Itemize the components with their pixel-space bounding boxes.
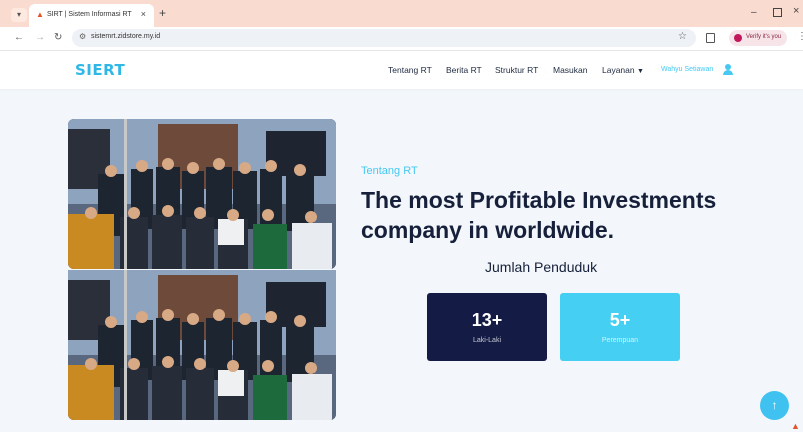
- minimize-button[interactable]: –: [751, 7, 757, 18]
- new-tab-button[interactable]: +: [159, 7, 166, 19]
- nav-layanan[interactable]: Layanan ▼: [602, 65, 644, 75]
- close-icon[interactable]: ×: [141, 9, 146, 19]
- page-title: The most Profitable Investments company …: [361, 187, 717, 243]
- bookmark-star-icon[interactable]: ☆: [678, 31, 687, 42]
- chevron-down-icon: ▼: [637, 68, 644, 75]
- nav-layanan-label: Layanan: [602, 65, 635, 75]
- section-label: Tentang RT: [361, 165, 418, 177]
- browser-tab[interactable]: ▲ SIRT | Sistem Informasi RT ×: [29, 4, 154, 27]
- site-logo[interactable]: SIERT: [75, 61, 125, 79]
- user-name[interactable]: Wahyu Setiawan: [661, 66, 713, 73]
- reload-icon[interactable]: ↻: [54, 32, 62, 44]
- population-title: Jumlah Penduduk: [485, 259, 598, 275]
- tab-title: SIRT | Sistem Informasi RT: [47, 11, 132, 18]
- group-photo: [68, 119, 336, 269]
- menu-kebab-icon[interactable]: ⋮: [797, 31, 803, 42]
- browser-toolbar: ← → ↻ ⚙ sistemrt.zidstore.my.id ☆ Verify…: [0, 27, 803, 51]
- group-photo-2: [68, 270, 336, 420]
- extensions-icon[interactable]: [706, 33, 715, 43]
- browser-tab-strip: ▾ ▲ SIRT | Sistem Informasi RT × + – ×: [0, 0, 803, 27]
- stat-label: Laki-Laki: [472, 337, 501, 344]
- stat-card-male: 13+ Laki-Laki: [427, 293, 547, 361]
- profile-button[interactable]: Verify it's you: [729, 30, 787, 46]
- arrow-up-icon: ↑: [771, 398, 778, 412]
- avatar: [734, 34, 742, 42]
- nav-tentang-rt[interactable]: Tentang RT: [388, 65, 432, 75]
- address-bar[interactable]: ⚙ sistemrt.zidstore.my.id: [72, 29, 696, 47]
- flame-icon: ▲: [791, 421, 800, 431]
- tab-search-button[interactable]: ▾: [11, 8, 27, 22]
- window-close-button[interactable]: ×: [793, 5, 799, 17]
- scroll-to-top-button[interactable]: ↑: [760, 391, 789, 420]
- url-text[interactable]: sistemrt.zidstore.my.id: [91, 33, 160, 40]
- nav-struktur-rt[interactable]: Struktur RT: [495, 65, 538, 75]
- stat-card-female: 5+ Perempuan: [560, 293, 680, 361]
- site-info-icon[interactable]: ⚙: [79, 32, 86, 41]
- stat-value: 13+: [471, 310, 503, 330]
- flame-icon: ▲: [36, 10, 44, 19]
- user-icon[interactable]: [723, 64, 733, 75]
- stat-label: Perempuan: [601, 337, 639, 344]
- maximize-button[interactable]: [773, 8, 782, 17]
- forward-icon[interactable]: →: [35, 32, 45, 44]
- nav-berita-rt[interactable]: Berita RT: [446, 65, 482, 75]
- profile-label: Verify it's you: [746, 34, 782, 40]
- site-header: SIERT Tentang RT Berita RT Struktur RT M…: [0, 51, 803, 89]
- back-icon[interactable]: ←: [14, 32, 24, 44]
- nav-masukan[interactable]: Masukan: [553, 65, 588, 75]
- stat-value: 5+: [609, 310, 631, 330]
